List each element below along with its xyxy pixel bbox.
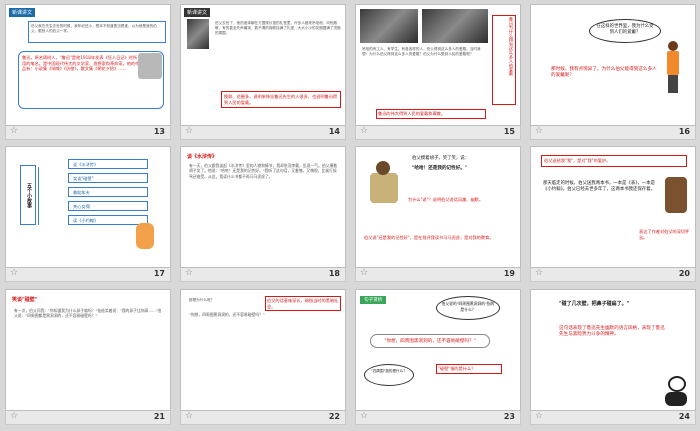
slide-number: 20: [678, 269, 690, 278]
star-icon: ☆: [185, 411, 194, 421]
slide-number: 16: [678, 127, 690, 136]
slide-thumbnail-23[interactable]: 句子赏析 伯父说的"四周围黑洞洞的"指的是什么？ "你想，四周围黑洞洞的，还不容…: [352, 287, 524, 428]
star-icon: ☆: [360, 126, 369, 136]
section-tag: 新课讲文: [9, 8, 36, 17]
body-text: 有一次，伯父问我："你知道我为什么鼻子扁吗？"爸爸笑着说："我的鼻子比你高……"…: [14, 308, 162, 319]
body-text: 吊唁的有工人、有学生，有各各样的人，伯父得到这么多人的爱戴。当时我想：为什么伯父…: [362, 47, 481, 56]
question-text: 那是为什么呢？: [189, 298, 215, 302]
slide-number: 19: [503, 269, 515, 278]
quote-text: 鲁迅，原名周树人，"鲁迅"是他1918年发表《狂人日记》时所用的笔名。是中国现代…: [22, 55, 140, 72]
heading: 笑谈"碰壁": [12, 297, 38, 303]
story-item-3[interactable]: 救助车夫: [68, 187, 148, 197]
thought-bubble: 伯父说的"四周围黑洞洞的"指的是什么？: [436, 296, 500, 320]
slide-number: 17: [153, 269, 165, 278]
slide-thumbnail-18[interactable]: 谈《水浒传》 有一天，伯父跟我谈起《水浒传》里的人物和情节，我却张冠李戴，乱说一…: [177, 144, 349, 285]
star-icon: ☆: [360, 268, 369, 278]
body-text: 那天临走的时候，伯父送我两本书，一本是《表》，一本是《小约翰》。伯父已经去世多年…: [543, 181, 655, 193]
star-icon: ☆: [10, 411, 19, 421]
top-note: 伯父送给我"我"，是对"我"的爱护。: [541, 155, 687, 167]
body-text: 有一天，伯父跟我谈起《水浒传》里的人物和情节，我却张冠李戴，乱说一气。伯父摸着胡…: [189, 163, 338, 179]
star-icon: ☆: [185, 268, 194, 278]
red-note: 伯父的话意味深长，暗指当时的黑暗社会。: [265, 296, 341, 312]
center-sentence: "你想，四周围黑洞洞的，还不容易碰壁吗？": [370, 334, 490, 348]
star-icon: ☆: [535, 268, 544, 278]
section-label: 句子赏析: [360, 296, 387, 304]
quote-text: "碰了几次壁，把鼻子碰扁了。": [559, 301, 630, 307]
star-icon: ☆: [535, 411, 544, 421]
cartoon-girl-image: [665, 41, 681, 101]
slide-thumbnail-20[interactable]: 伯父送给我"我"，是对"我"的爱护。 那天临走的时候，伯父送我两本书，一本是《表…: [527, 144, 699, 285]
cartoon-child-image: [136, 223, 154, 249]
red-note-1: 为什么"说"？说明伯父说话风趣、幽默。: [408, 197, 484, 202]
star-icon: ☆: [185, 126, 194, 136]
slide-number: 24: [678, 412, 690, 421]
red-note: 这句话表现了鲁迅先生幽默的语言风格，表现了鲁迅先生与黑暗势力斗争的精神。: [559, 326, 665, 337]
slide-thumbnail-24[interactable]: "碰了几次壁，把鼻子碰扁了。" 这句话表现了鲁迅先生幽默的语言风格，表现了鲁迅先…: [527, 287, 699, 428]
left-bubble: "四周围"指的是什么？: [364, 364, 414, 386]
connector-line: [38, 167, 39, 225]
lead-text: 伯父就在先生去世的时候，我年纪还小，根本不知道鲁迅是谁，以为他是我的伯父，跟别人…: [28, 21, 166, 43]
side-note: 鲁迅为什么得到这么多人的爱戴: [492, 15, 516, 105]
slide-number: 21: [153, 412, 165, 421]
illustration-image: [362, 151, 406, 221]
thought-bubble: 在这样的世界里，我为什么受到人们的爱戴？: [589, 19, 661, 43]
star-icon: ☆: [10, 126, 19, 136]
slide-number: 14: [328, 127, 340, 136]
slide-number: 23: [503, 412, 515, 421]
slide-number: 22: [328, 412, 340, 421]
star-icon: ☆: [535, 126, 544, 136]
story-item-5[interactable]: 读《小约翰》: [68, 215, 148, 225]
question-text: 那时候，我有点惊异了。为什么伯父能得到这么多人的爱戴呢？: [551, 67, 657, 78]
answer-text: "你想，四周围黑洞洞的，还不容易碰壁吗？": [189, 312, 265, 317]
star-icon: ☆: [10, 268, 19, 278]
story-item-1[interactable]: 谈《水浒传》: [68, 159, 148, 169]
slide-number: 15: [503, 127, 515, 136]
right-note: "碰壁"指的是什么？: [436, 364, 502, 374]
slide-thumbnail-21[interactable]: 笑谈"碰壁" 有一次，伯父问我："你知道我为什么鼻子扁吗？"爸爸笑着说："我的鼻…: [2, 287, 174, 428]
slide-sorter-grid: 新课讲文 伯父就在先生去世的时候，我年纪还小，根本不知道鲁迅是谁，以为他是我的伯…: [0, 0, 700, 431]
line-2: "哈哈！还是我的记性好。": [412, 166, 468, 171]
slide-thumbnail-14[interactable]: 新课讲文 伯父去世了，他的遗体躺在万国殡仪馆的礼堂里，许多人都来吊唁他，向他致敬…: [177, 2, 349, 143]
story-item-2[interactable]: 笑谈"碰壁": [68, 173, 148, 183]
title-box: 五个小故事: [20, 165, 36, 225]
slide-number: 13: [153, 127, 165, 136]
slide-number: 18: [328, 269, 340, 278]
story-item-4[interactable]: 关心女佣: [68, 201, 148, 211]
red-note-2: 伯父说"还是我的记性好"，是在批评我读书马马虎虎，是对我的教育。: [364, 235, 494, 240]
panda-image: [665, 376, 689, 406]
aside-note: 表达了作者对伯父的深切怀念。: [639, 229, 690, 240]
photo-image-1: [360, 9, 418, 43]
slide-thumbnail-22[interactable]: 那是为什么呢？ "你想，四周围黑洞洞的，还不容易碰壁吗？" 伯父的话意味深长，暗…: [177, 287, 349, 428]
photo-image: [187, 19, 209, 49]
portrait-image: [138, 53, 162, 79]
heading: 谈《水浒传》: [187, 154, 218, 160]
slide-thumbnail-17[interactable]: 五个小故事 谈《水浒传》 笑谈"碰壁" 救助车夫 关心女佣 读《小约翰》 ☆ 17: [2, 144, 174, 285]
line-1: 伯父摸着胡子，笑了笑，说：: [412, 156, 470, 161]
slide-thumbnail-16[interactable]: 在这样的世界里，我为什么受到人们的爱戴？ 那时候，我有点惊异了。为什么伯父能得到…: [527, 2, 699, 143]
bottom-note: 鲁迅的伟大得到人民的爱戴和尊敬。: [376, 109, 486, 119]
star-icon: ☆: [360, 411, 369, 421]
slide-thumbnail-15[interactable]: 吊唁的有工人、有学生，有各各样的人，伯父得到这么多人的爱戴。当时我想：为什么伯父…: [352, 2, 524, 143]
slide-thumbnail-19[interactable]: 伯父摸着胡子，笑了笑，说： "哈哈！还是我的记性好。" 为什么"说"？说明伯父说…: [352, 144, 524, 285]
red-note: 挽联、花圈多，说明来悼念鲁迅先生的人很多，也说明鲁迅得到人民的爱戴。: [221, 91, 341, 109]
photo-image-2: [422, 9, 488, 43]
book-image: [665, 177, 687, 213]
section-tag: 新课讲文: [184, 8, 211, 17]
slide-thumbnail-13[interactable]: 新课讲文 伯父就在先生去世的时候，我年纪还小，根本不知道鲁迅是谁，以为他是我的伯…: [2, 2, 174, 143]
body-text: 伯父去世了，他的遗体躺在万国殡仪馆的礼堂里，许多人都来吊唁他，向他致敬，有的甚至…: [215, 21, 341, 35]
